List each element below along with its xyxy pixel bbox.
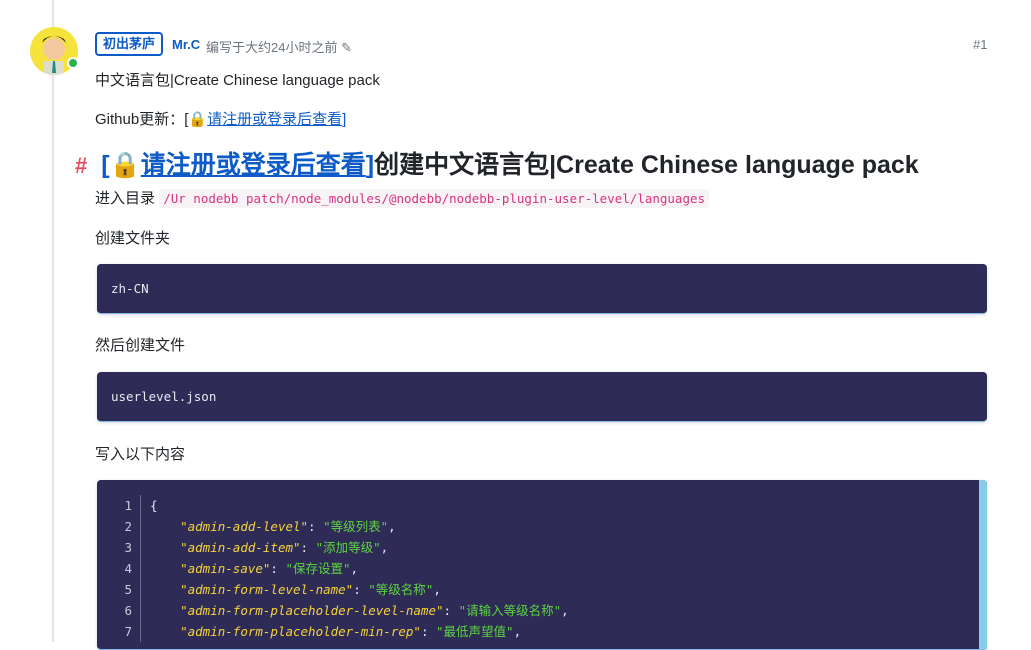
json-key: "admin-form-placeholder-min-rep" <box>180 624 421 639</box>
code-line: 4 "admin-save": "保存设置", <box>111 558 973 579</box>
user-rank-badge: 初出茅庐 <box>95 32 164 56</box>
lock-icon: 🔒 <box>188 111 208 128</box>
lock-icon: 🔒 <box>109 151 141 179</box>
code-block-file: userlevel.json <box>97 372 987 422</box>
code-line: 3 "admin-add-item": "添加等级", <box>111 537 973 558</box>
dir-path-code: /Ur nodebb patch/node_modules/@nodebb/no… <box>159 189 710 208</box>
json-value: "添加等级" <box>315 540 381 555</box>
json-value: "保存设置" <box>285 561 351 576</box>
github-label: Github更新：[ <box>95 111 189 128</box>
online-status-icon <box>67 57 79 69</box>
post-timestamp[interactable]: 编写于大约24小时之前 ✎ <box>206 37 352 56</box>
timestamp-text: 编写于大约24小时之前 <box>206 40 338 55</box>
create-folder-text: 创建文件夹 <box>95 230 171 247</box>
json-value: "请输入等级名称" <box>458 603 562 618</box>
line-number: 3 <box>111 537 141 558</box>
json-key: "admin-add-level" <box>180 519 309 534</box>
line-number: 1 <box>111 495 141 516</box>
json-brace: { <box>150 498 158 513</box>
line-number: 7 <box>111 621 141 642</box>
bracket: [ <box>101 151 110 179</box>
code-line: 2 "admin-add-level": "等级列表", <box>111 516 973 537</box>
then-create-text: 然后创建文件 <box>95 337 186 354</box>
json-key: "admin-form-level-name" <box>180 582 354 597</box>
heading-locked-link[interactable]: 请注册或登录后查看 <box>141 151 366 179</box>
title-line: 中文语言包|Create Chinese language pack <box>95 72 380 89</box>
line-number: 2 <box>111 516 141 537</box>
json-value: "等级列表" <box>323 519 389 534</box>
bracket: ] <box>365 151 375 179</box>
json-key: "admin-form-placeholder-level-name" <box>180 603 444 618</box>
line-number: 5 <box>111 579 141 600</box>
line-number: 4 <box>111 558 141 579</box>
json-key: "admin-save" <box>180 561 271 576</box>
enter-dir-line: 进入目录 /Ur nodebb patch/node_modules/@node… <box>95 187 710 208</box>
code-line: 7 "admin-form-placeholder-min-rep": "最低声… <box>111 621 973 642</box>
json-key: "admin-add-item" <box>180 540 301 555</box>
post-index[interactable]: #1 <box>973 37 987 52</box>
edit-icon[interactable]: ✎ <box>341 40 352 55</box>
code-block-folder: zh-CN <box>97 264 987 314</box>
json-value: "最低声望值" <box>436 624 514 639</box>
section-heading: # [🔒请注册或登录后查看]创建中文语言包|Create Chinese lang… <box>75 145 919 181</box>
code-text: zh-CN <box>111 281 149 296</box>
github-line: Github更新：[🔒请注册或登录后查看] <box>95 108 346 129</box>
code-scrollbar[interactable] <box>979 480 987 649</box>
heading-text: 创建中文语言包|Create Chinese language pack <box>374 151 919 179</box>
code-block-json: 1{2 "admin-add-level": "等级列表", 3 "admin-a… <box>97 480 987 650</box>
line-number: 6 <box>111 600 141 621</box>
timeline-line <box>52 0 54 642</box>
code-line: 6 "admin-form-placeholder-level-name": "… <box>111 600 973 621</box>
code-text: userlevel.json <box>111 389 217 404</box>
code-line: 5 "admin-form-level-name": "等级名称", <box>111 579 973 600</box>
write-below-text: 写入以下内容 <box>95 446 186 463</box>
locked-link[interactable]: 请注册或登录后查看 <box>207 111 342 128</box>
author-link[interactable]: Mr.C <box>172 37 200 52</box>
code-line: 1{ <box>111 495 973 516</box>
enter-dir-label: 进入目录 <box>95 190 156 207</box>
anchor-hash-icon[interactable]: # <box>75 153 87 178</box>
json-value: "等级名称" <box>368 582 434 597</box>
bracket: ] <box>342 111 347 128</box>
